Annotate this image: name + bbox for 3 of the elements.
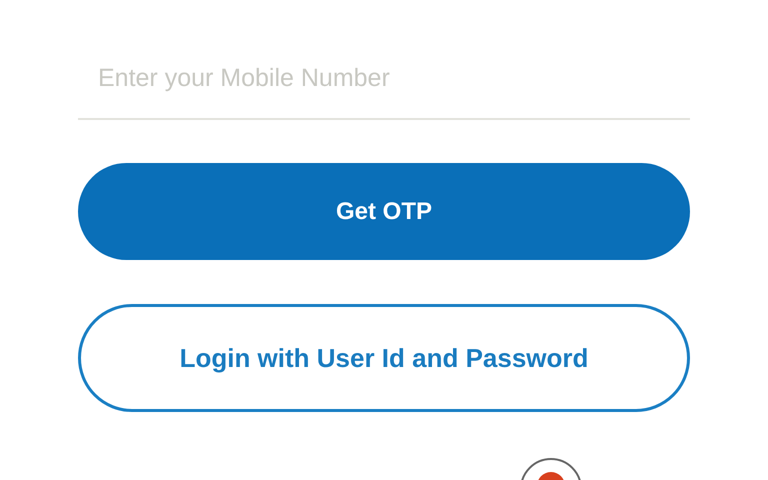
get-otp-button[interactable]: Get OTP xyxy=(78,163,690,260)
mobile-number-field[interactable]: Enter your Mobile Number xyxy=(78,50,690,120)
login-button[interactable]: Login with User Id and Password xyxy=(78,304,690,412)
